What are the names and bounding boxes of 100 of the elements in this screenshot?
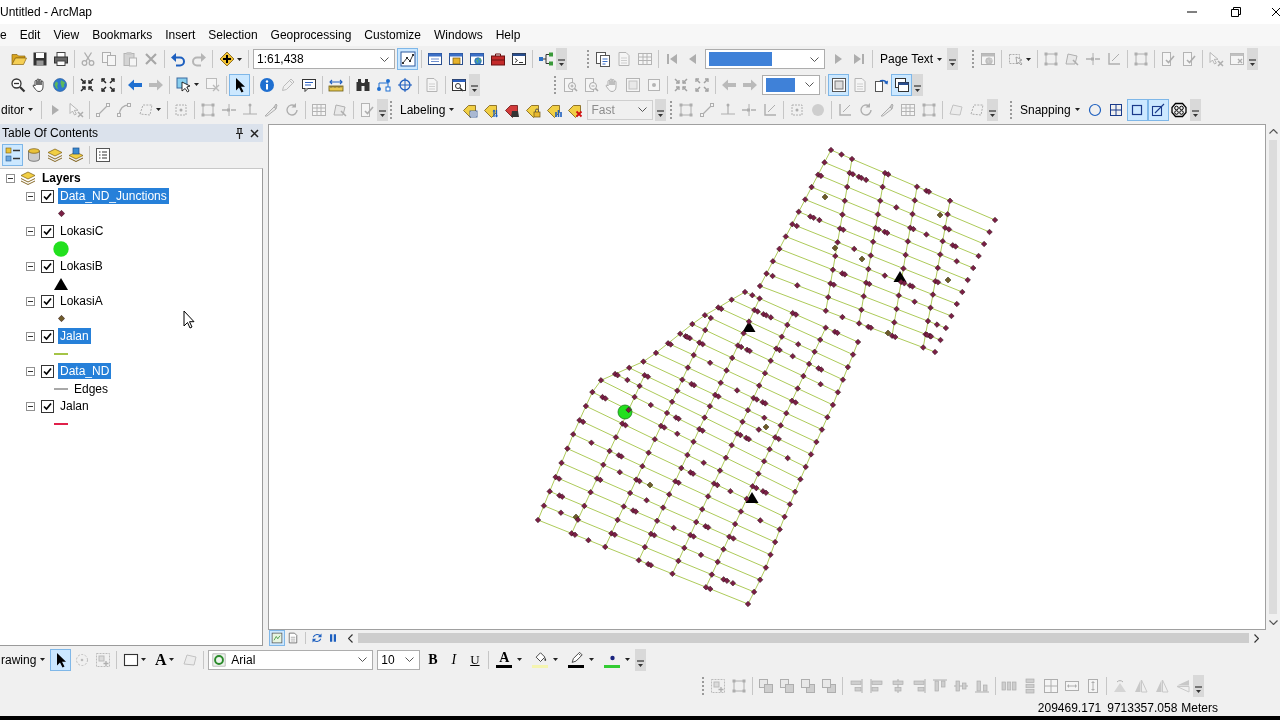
font-color-button[interactable]: A xyxy=(491,648,528,671)
curve-icon xyxy=(115,101,132,118)
bold-button[interactable]: B xyxy=(422,648,444,671)
layer-name[interactable]: Data_ND_Junctions xyxy=(58,188,169,204)
view-button[interactable] xyxy=(269,630,285,646)
tool-button[interactable] xyxy=(2,144,23,166)
layer-name[interactable]: LokasiB xyxy=(58,258,105,274)
crosshair-icon xyxy=(396,76,413,93)
menu-item[interactable]: Geoprocessing xyxy=(264,24,358,46)
tool-button[interactable] xyxy=(50,648,72,671)
dropdown-field[interactable] xyxy=(762,74,820,95)
layer-checkbox[interactable] xyxy=(40,189,54,203)
tool-button[interactable] xyxy=(891,73,912,96)
toolbar-menu[interactable]: ditor xyxy=(0,98,39,121)
layer-name[interactable]: LokasiA xyxy=(58,293,105,309)
point-marker-icon xyxy=(821,193,829,201)
toolbar-options-button[interactable] xyxy=(1189,98,1201,121)
dropdown-field[interactable]: 10 xyxy=(377,649,421,670)
layer-name[interactable]: Jalan xyxy=(58,398,91,414)
chevron-right-icon[interactable] xyxy=(1254,633,1259,643)
restore-icon[interactable] xyxy=(1231,7,1241,17)
menu-item[interactable]: Windows xyxy=(427,24,490,46)
close-icon[interactable] xyxy=(250,128,259,138)
grip-icon[interactable] xyxy=(554,75,557,94)
chevron-left-icon[interactable] xyxy=(348,633,353,643)
layer-checkbox[interactable] xyxy=(40,399,54,413)
pin-icon[interactable] xyxy=(235,127,244,139)
menu-item[interactable]: Customize xyxy=(357,24,428,46)
dropdown-field[interactable]: Arial xyxy=(208,649,374,670)
toolbar-options-button[interactable] xyxy=(469,73,480,96)
tool-button[interactable] xyxy=(828,73,849,96)
tool-button[interactable] xyxy=(229,73,250,96)
collapse-icon[interactable] xyxy=(25,296,35,306)
toolbar-options-button[interactable] xyxy=(947,48,959,70)
layer-checkbox[interactable] xyxy=(40,329,54,343)
split-line-icon xyxy=(220,101,237,118)
toolbar-options-button[interactable] xyxy=(987,98,998,121)
x-coordinate: 209469.171 xyxy=(1037,700,1102,715)
text-tool-button[interactable]: A xyxy=(149,648,180,671)
grip-icon[interactable] xyxy=(670,100,673,119)
collapse-icon[interactable] xyxy=(25,331,35,341)
grip-icon[interactable] xyxy=(702,677,705,695)
close-icon[interactable] xyxy=(1272,7,1280,17)
toolbar-menu[interactable]: Labeling xyxy=(395,98,460,121)
chevron-up-icon[interactable] xyxy=(1268,129,1278,134)
collapse-icon[interactable] xyxy=(25,191,35,201)
toolbar-options-button[interactable] xyxy=(635,648,647,671)
align-center-icon xyxy=(889,678,906,694)
scrollbar-thumb[interactable] xyxy=(358,633,1249,643)
collapse-icon[interactable] xyxy=(25,401,35,411)
toolbar-options-button[interactable] xyxy=(912,73,923,96)
toolbar-menu[interactable]: Snapping xyxy=(1015,98,1085,121)
underline-button[interactable]: U xyxy=(464,648,486,671)
grip-icon[interactable] xyxy=(390,100,393,119)
menu-item[interactable]: Insert xyxy=(158,24,202,46)
menu-item[interactable]: Edit xyxy=(13,24,47,46)
data-frame-name[interactable]: Layers xyxy=(42,171,81,185)
layer-checkbox[interactable] xyxy=(40,224,54,238)
layer-name[interactable]: LokasiC xyxy=(58,223,106,239)
menu-item[interactable]: e xyxy=(0,24,14,46)
polygon-shape-icon xyxy=(947,101,964,118)
menu-item[interactable]: Help xyxy=(489,24,527,46)
corner-line-icon xyxy=(761,101,778,118)
grip-icon[interactable] xyxy=(587,50,590,68)
menu-item[interactable]: Bookmarks xyxy=(85,24,159,46)
layer-checkbox[interactable] xyxy=(40,259,54,273)
dropdown-field[interactable] xyxy=(705,49,825,69)
knife-icon xyxy=(878,101,895,118)
toolbar-options-button[interactable] xyxy=(377,98,389,121)
toolbar-options-button[interactable] xyxy=(1193,675,1204,697)
collapse-icon[interactable] xyxy=(25,366,35,376)
toolbar-options-button[interactable] xyxy=(655,98,667,121)
layer-checkbox[interactable] xyxy=(40,364,54,378)
pause-icon[interactable] xyxy=(327,632,339,644)
refresh-icon[interactable] xyxy=(311,632,323,644)
toolbar-options-button[interactable] xyxy=(1247,48,1258,70)
dropdown-field[interactable]: 1:61,438 xyxy=(253,49,395,69)
page-frame-icon xyxy=(624,76,641,93)
collapse-icon[interactable] xyxy=(25,226,35,236)
mouse-pointer-icon xyxy=(183,310,195,329)
italic-button[interactable]: I xyxy=(443,648,465,671)
tool-button[interactable] xyxy=(397,48,418,70)
tool-button[interactable] xyxy=(1126,98,1148,121)
segment-icon xyxy=(698,101,715,118)
grip-icon[interactable] xyxy=(972,50,975,68)
toolbar-menu[interactable]: Page Text xyxy=(875,48,948,70)
toolbar-options-button[interactable] xyxy=(556,48,567,70)
route-icon xyxy=(375,76,392,93)
toolbar-menu[interactable]: rawing xyxy=(0,648,51,671)
layer-name[interactable]: Data_ND xyxy=(58,363,112,379)
menu-item[interactable]: Selection xyxy=(201,24,265,46)
terminal-icon xyxy=(510,51,527,67)
collapse-icon[interactable] xyxy=(5,173,15,183)
tool-button[interactable] xyxy=(1147,98,1169,121)
layer-checkbox[interactable] xyxy=(40,294,54,308)
menu-item[interactable]: View xyxy=(46,24,86,46)
collapse-icon[interactable] xyxy=(25,261,35,271)
chevron-down-icon[interactable] xyxy=(1268,620,1278,625)
grip-icon[interactable] xyxy=(1010,100,1013,119)
layer-name[interactable]: Jalan xyxy=(58,328,91,344)
